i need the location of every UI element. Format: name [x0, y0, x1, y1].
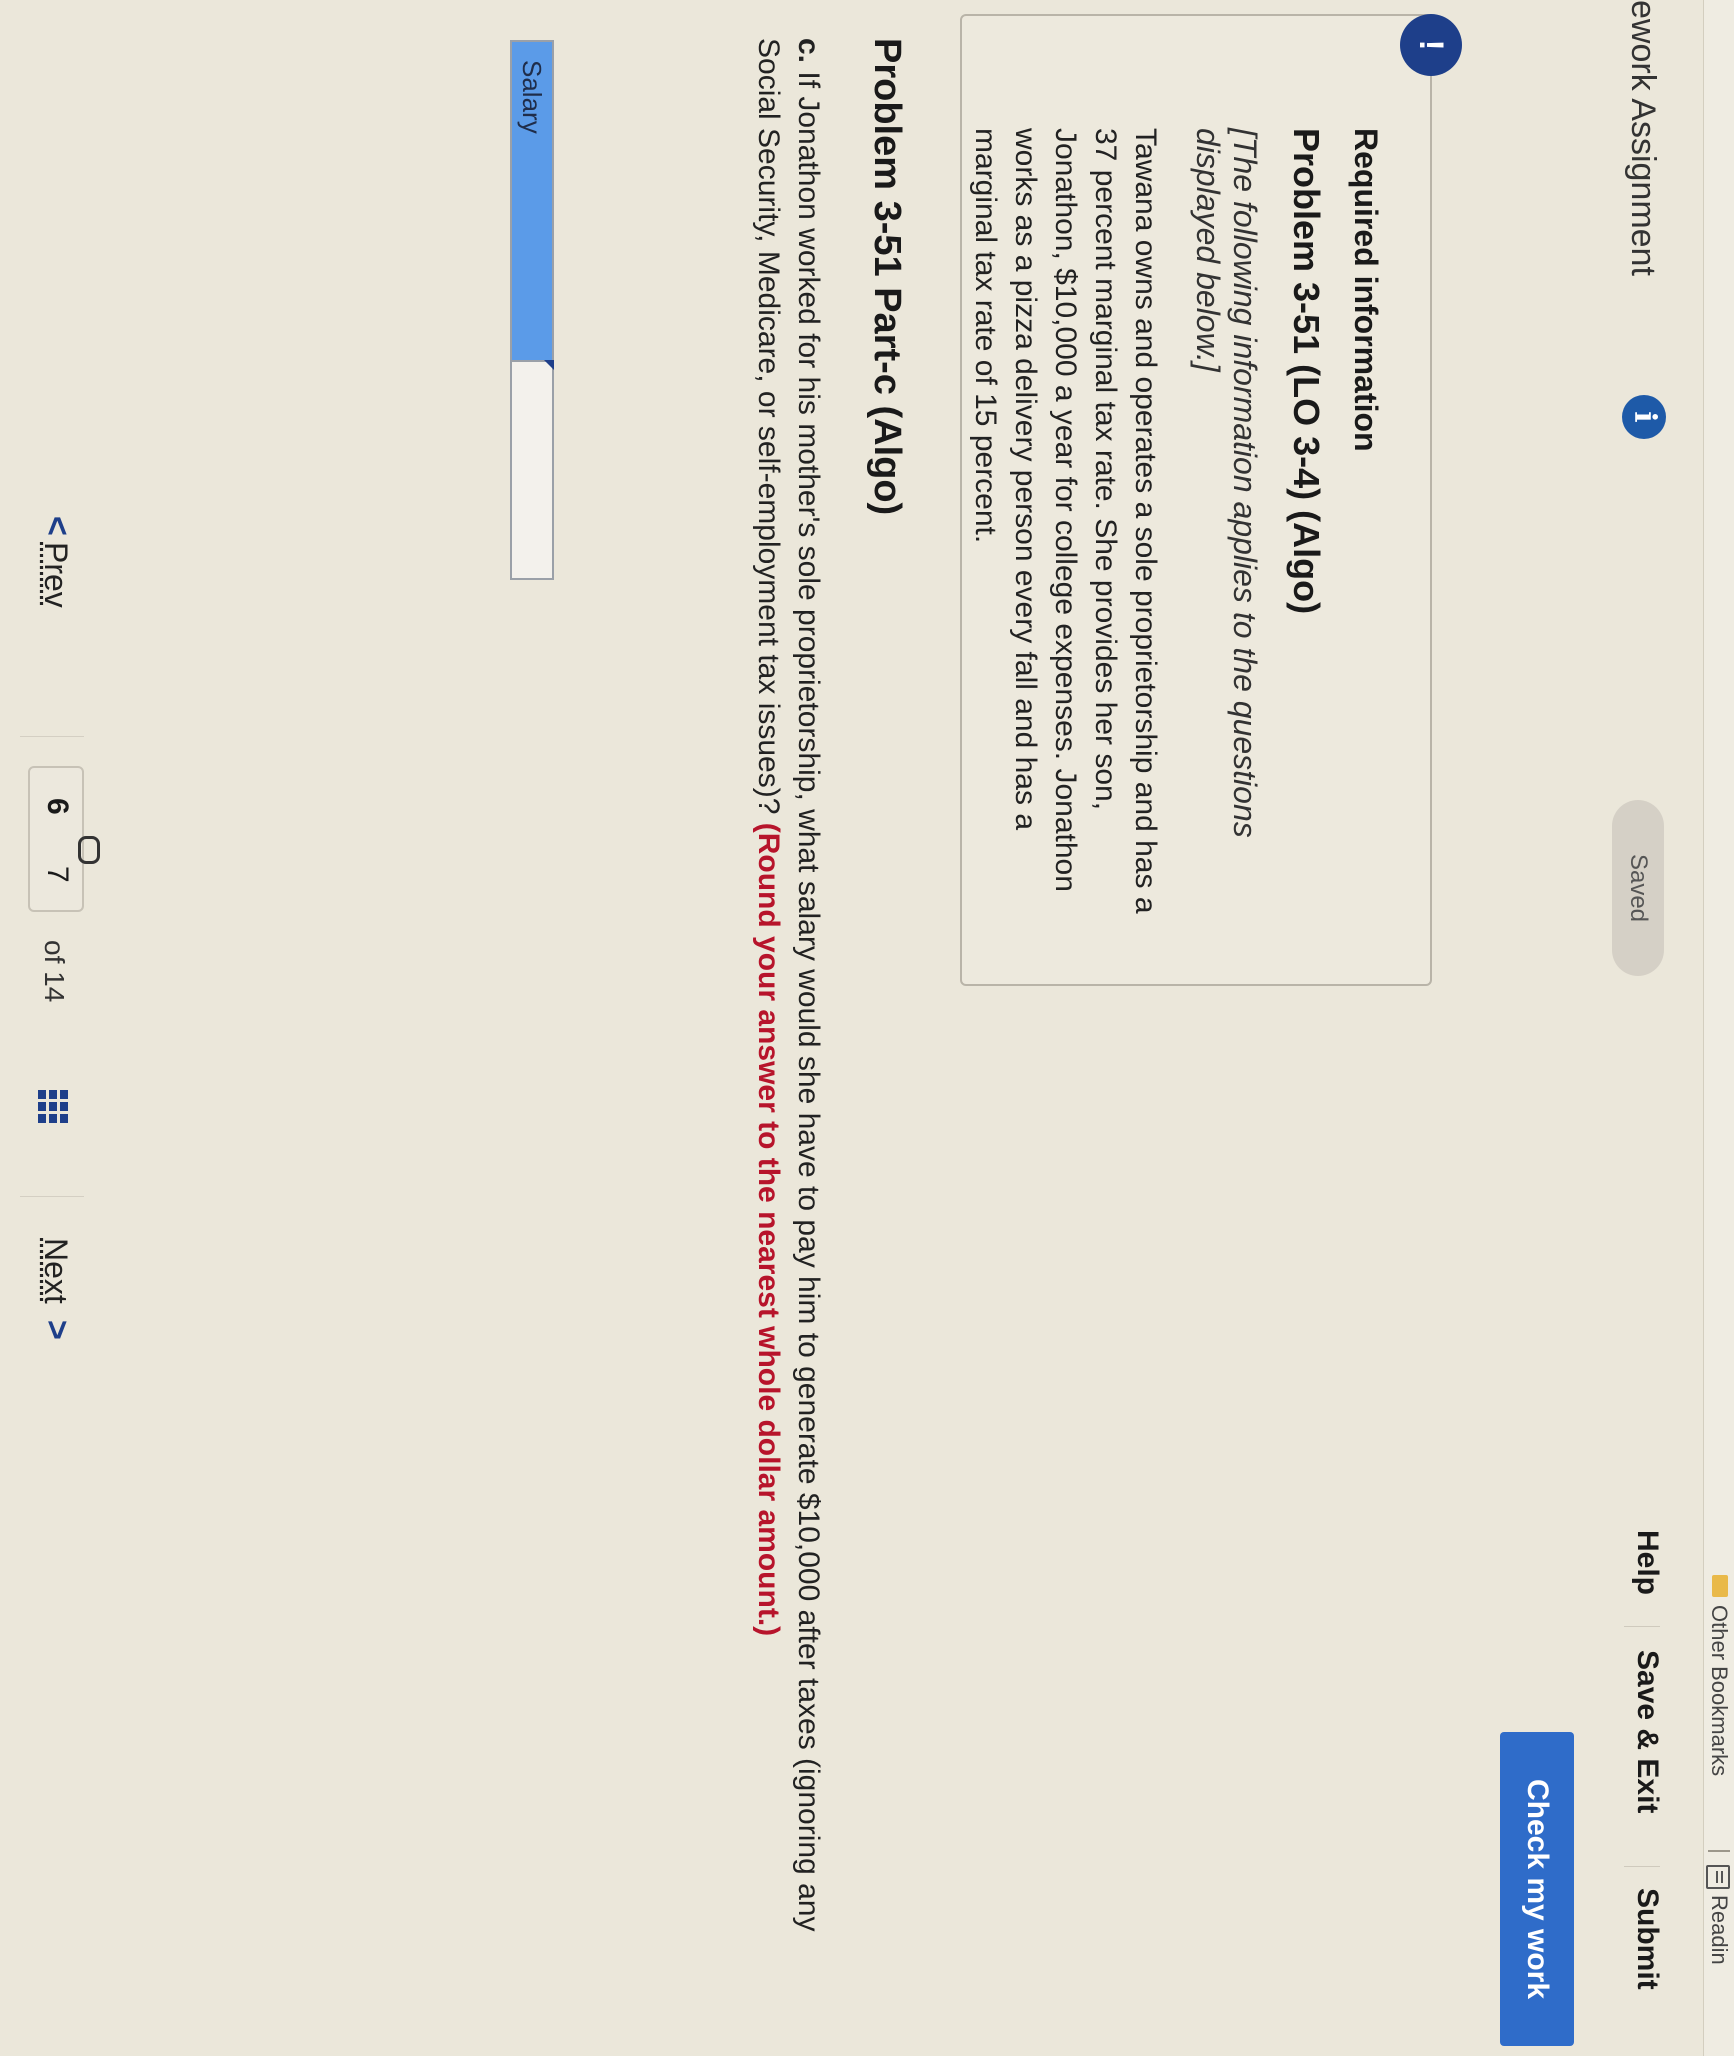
assignment-page: Other Bookmarks Readin ework Assignment … — [0, 0, 1734, 2056]
bookmarks-divider — [1708, 1850, 1730, 1852]
rounding-instruction: (Round your answer to the nearest whole … — [752, 822, 785, 1637]
current-page-number[interactable]: 6 — [40, 798, 74, 815]
assignment-header: ework Assignment i Saved Help Save & Exi… — [1604, 0, 1704, 2056]
required-information-box: Required information Problem 3-51 (LO 3-… — [960, 14, 1432, 986]
assignment-title: ework Assignment — [1624, 0, 1662, 276]
part-title: Problem 3-51 Part-c (Algo) — [866, 38, 908, 516]
problem-title: Problem 3-51 (LO 3-4) (Algo) — [1286, 128, 1327, 615]
salary-input[interactable] — [512, 360, 552, 578]
other-bookmarks-link[interactable]: Other Bookmarks — [1706, 1605, 1732, 1776]
next-button[interactable]: Next — [37, 1238, 74, 1304]
answer-table: Salary — [510, 40, 554, 580]
save-exit-button[interactable]: Save & Exit — [1630, 1650, 1664, 1813]
info-icon[interactable]: i — [1622, 395, 1666, 439]
check-my-work-button[interactable]: Check my work — [1500, 1732, 1574, 2046]
question-letter: c. — [792, 38, 825, 64]
problem-scenario: Tawana owns and operates a sole propriet… — [969, 128, 1162, 914]
folder-icon — [1712, 1575, 1728, 1597]
page-total: of 14 — [39, 940, 70, 1003]
saved-status-badge: Saved — [1612, 800, 1664, 976]
help-button[interactable]: Help — [1630, 1530, 1664, 1595]
submit-button[interactable]: Submit — [1630, 1888, 1664, 1990]
applies-note: [The following information applies to th… — [1190, 128, 1263, 838]
next-page-number[interactable]: 7 — [40, 866, 74, 883]
link-icon — [78, 836, 100, 864]
reading-list-icon — [1706, 1865, 1730, 1889]
page-selector[interactable] — [28, 766, 84, 912]
reading-list-link[interactable]: Readin — [1706, 1895, 1732, 1965]
header-divider — [1624, 1866, 1660, 1867]
pagination-footer — [0, 0, 124, 2056]
chevron-right-icon[interactable]: > — [37, 1320, 76, 1340]
required-information-heading: Required information — [1348, 128, 1384, 452]
nav-divider — [20, 1196, 84, 1197]
nav-divider — [20, 736, 84, 737]
alert-icon: ! — [1400, 14, 1462, 76]
salary-label: Salary — [512, 42, 552, 360]
prev-button[interactable]: Prev — [37, 542, 74, 608]
question-text-block: c. If Jonathon worked for his mother's s… — [748, 38, 828, 1958]
grid-icon[interactable] — [38, 1090, 68, 1124]
chevron-left-icon[interactable]: < — [37, 516, 76, 536]
bookmarks-bar: Other Bookmarks Readin — [1703, 0, 1734, 2056]
header-divider — [1624, 1626, 1660, 1627]
